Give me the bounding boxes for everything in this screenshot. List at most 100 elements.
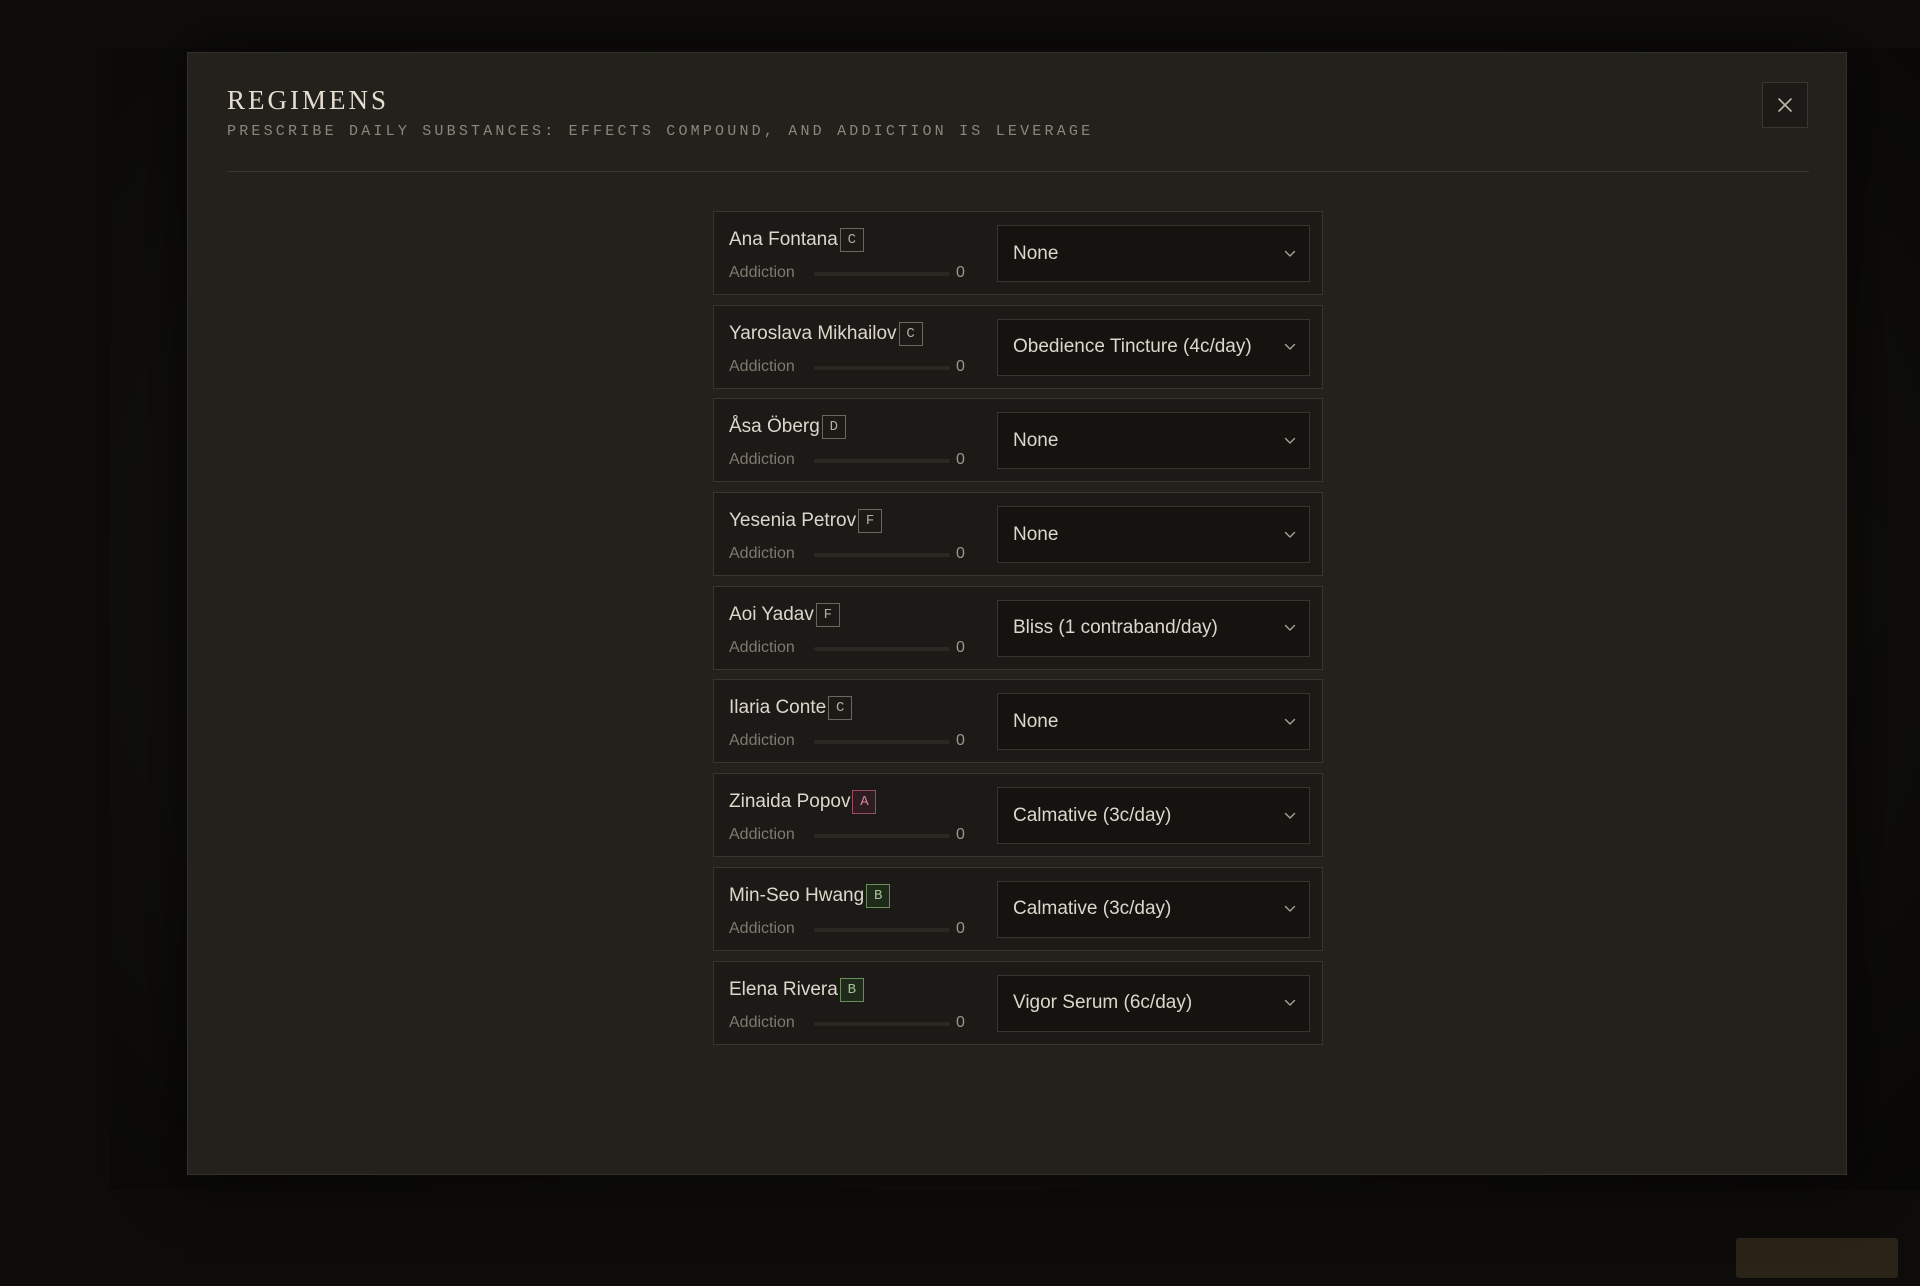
addiction-label: Addiction [729,264,795,281]
addiction-label: Addiction [729,357,795,375]
addiction-label: Addiction [729,638,795,656]
regimen-select-value: None [1013,242,1059,264]
regimen-select[interactable]: None [997,693,1310,751]
regimen-select-value: None [1013,523,1059,545]
grade-badge: C [839,228,864,252]
addiction-label: Addiction [729,451,795,469]
regimen-select-value: Vigor Serum (6c/day) [1013,992,1193,1013]
chevron-down-icon [1283,996,1297,1010]
regimen-select-value: Calmative (3c/day) [1013,804,1172,826]
person-name-group: Elena Rivera B [729,977,864,1003]
regimen-row: Elena Rivera B Addiction 0 Vigor Serum (… [713,960,1323,1045]
person-name: Yaroslava Mikhailov [729,322,897,344]
regimen-row: Yesenia Petrov F Addiction 0 None [713,492,1323,577]
regimen-select[interactable]: None [997,412,1310,470]
person-name: Yesenia Petrov [729,510,857,532]
regimen-select[interactable]: Calmative (3c/day) [997,787,1310,845]
addiction-value: 0 [956,451,965,469]
addiction-value: 0 [956,545,965,563]
regimen-select-value: Obedience Tincture (4c/day) [1013,336,1252,358]
addiction-value: 0 [956,919,965,937]
addiction-meter [814,459,950,464]
grade-badge: A [852,790,877,815]
person-name-group: Åsa Öberg D [729,414,846,440]
addiction-label: Addiction [729,545,795,563]
regimen-select-value: Calmative (3c/day) [1013,898,1172,920]
addiction-value: 0 [956,826,965,844]
regimen-select[interactable]: Obedience Tincture (4c/day) [997,318,1310,376]
regimen-row: Ilaria Conte C Addiction 0 None [713,679,1323,764]
chevron-down-icon [1283,434,1297,448]
grade-badge: F [858,509,883,534]
regimen-row: Yaroslava Mikhailov C Addiction 0 Obedie… [713,304,1323,389]
regimen-select-value: None [1013,710,1059,732]
modal-title: REGIMENS [227,85,390,115]
addiction-label: Addiction [729,919,795,937]
person-name: Zinaida Popov [729,791,851,813]
regimen-select-value: None [1013,429,1059,451]
addiction-meter [814,272,950,276]
chevron-down-icon [1283,809,1297,823]
addiction-value: 0 [956,264,965,281]
regimen-select[interactable]: None [997,506,1310,564]
person-name: Elena Rivera [729,978,838,1000]
regimen-select[interactable]: Vigor Serum (6c/day) [997,974,1310,1032]
regimen-select[interactable]: None [997,225,1310,282]
regimen-row: Min-Seo Hwang B Addiction 0 Calmative (3… [713,866,1323,951]
addiction-meter [814,553,950,558]
chevron-down-icon [1283,715,1297,729]
person-name-group: Yaroslava Mikhailov C [729,321,923,347]
person-name-group: Aoi Yadav F [729,602,840,628]
person-name: Åsa Öberg [729,416,820,438]
addiction-meter [814,834,950,839]
regimen-row: Zinaida Popov A Addiction 0 Calmative (3… [713,773,1323,858]
person-name-group: Min-Seo Hwang B [729,883,891,909]
grade-badge: D [821,415,846,440]
regimen-select[interactable]: Calmative (3c/day) [997,880,1310,938]
header-divider [227,171,1809,172]
chevron-down-icon [1283,621,1297,635]
background-footer [110,1190,1920,1286]
regimen-select[interactable]: Bliss (1 contraband/day) [997,599,1310,657]
person-name: Ana Fontana [729,229,838,250]
grade-badge: C [898,321,923,346]
addiction-value: 0 [956,357,965,375]
regimen-select-value: Bliss (1 contraband/day) [1013,617,1218,639]
chevron-down-icon [1283,902,1297,916]
regimen-list: Ana Fontana C Addiction 0 None Yaroslava… [713,211,1323,1054]
regimen-row: Aoi Yadav F Addiction 0 Bliss (1 contrab… [713,585,1323,670]
grade-badge: B [866,883,891,908]
regimen-row: Ana Fontana C Addiction 0 None [713,211,1323,295]
addiction-meter [814,646,950,651]
background-topbar [0,0,1920,48]
grade-badge: C [828,696,853,721]
person-name-group: Ana Fontana C [729,227,864,253]
chevron-down-icon [1283,528,1297,542]
addiction-value: 0 [956,638,965,656]
addiction-label: Addiction [729,732,795,750]
close-icon [1778,98,1792,112]
addiction-meter [814,740,950,745]
person-name-group: Zinaida Popov A [729,789,877,815]
regimens-modal: REGIMENS PRESCRIBE DAILY SUBSTANCES: EFF… [187,52,1847,1175]
addiction-value: 0 [956,732,965,750]
chevron-down-icon [1283,247,1297,261]
grade-badge: B [839,977,864,1002]
person-name: Aoi Yadav [729,603,814,625]
grade-badge: F [815,602,840,627]
close-button[interactable] [1762,82,1808,128]
chevron-down-icon [1283,340,1297,354]
addiction-meter [814,365,950,370]
person-name-group: Ilaria Conte C [729,695,853,721]
addiction-meter [814,927,950,932]
person-name: Ilaria Conte [729,697,827,719]
background-sidebar [0,48,110,1286]
person-name: Min-Seo Hwang [729,884,865,906]
addiction-label: Addiction [729,1013,795,1031]
modal-subtitle: PRESCRIBE DAILY SUBSTANCES: EFFECTS COMP… [227,123,1094,140]
addiction-value: 0 [956,1013,965,1031]
regimen-row: Åsa Öberg D Addiction 0 None [713,398,1323,483]
background-footer-button [1736,1238,1898,1278]
person-name-group: Yesenia Petrov F [729,508,883,534]
addiction-label: Addiction [729,826,795,844]
